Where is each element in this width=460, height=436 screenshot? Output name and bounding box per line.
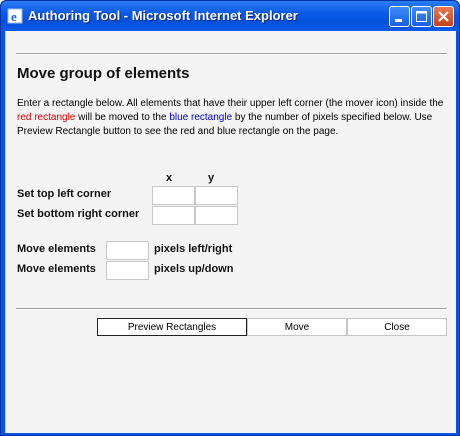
- top-left-y-input[interactable]: [195, 186, 238, 205]
- move-horizontal-unit: pixels left/right: [154, 243, 233, 255]
- minimize-button[interactable]: [389, 6, 410, 27]
- bottom-right-x-input[interactable]: [152, 206, 195, 225]
- instructions-part1: Enter a rectangle below. All elements th…: [17, 98, 444, 109]
- move-vertical-unit: pixels up/down: [154, 263, 234, 275]
- move-button[interactable]: Move: [247, 318, 347, 336]
- minimize-icon: [395, 19, 402, 22]
- red-rectangle-text: red rectangle: [17, 112, 76, 123]
- move-vertical-input[interactable]: [106, 261, 149, 280]
- bottom-divider: [16, 308, 447, 310]
- browser-window: e Authoring Tool - Microsoft Internet Ex…: [0, 0, 460, 436]
- bottom-right-corner-label: Set bottom right corner: [17, 208, 140, 220]
- top-left-corner-label: Set top left corner: [17, 188, 112, 200]
- page-title: Move group of elements: [17, 65, 190, 82]
- instructions-text: Enter a rectangle below. All elements th…: [17, 97, 449, 139]
- blue-rectangle-text: blue rectangle: [169, 112, 233, 123]
- instructions-part2: will be moved to the: [75, 112, 170, 123]
- maximize-button[interactable]: [411, 6, 432, 27]
- move-vertical-label: Move elements: [17, 263, 96, 275]
- column-header-x: x: [166, 172, 173, 184]
- top-divider: [16, 53, 447, 55]
- window-title: Authoring Tool - Microsoft Internet Expl…: [28, 8, 298, 23]
- column-header-y: y: [208, 172, 215, 184]
- dialog-content: Move group of elements Enter a rectangle…: [5, 31, 456, 433]
- move-horizontal-label: Move elements: [17, 243, 96, 255]
- close-button[interactable]: Close: [347, 318, 447, 336]
- top-left-x-input[interactable]: [152, 186, 195, 205]
- maximize-icon: [416, 11, 427, 22]
- svg-text:e: e: [11, 9, 17, 24]
- move-horizontal-input[interactable]: [106, 241, 149, 260]
- bottom-right-y-input[interactable]: [195, 206, 238, 225]
- ie-icon: e: [7, 8, 23, 24]
- title-bar[interactable]: e Authoring Tool - Microsoft Internet Ex…: [1, 1, 459, 31]
- close-window-button[interactable]: [433, 6, 454, 27]
- preview-rectangles-button[interactable]: Preview Rectangles: [97, 318, 247, 336]
- close-icon: [438, 11, 449, 22]
